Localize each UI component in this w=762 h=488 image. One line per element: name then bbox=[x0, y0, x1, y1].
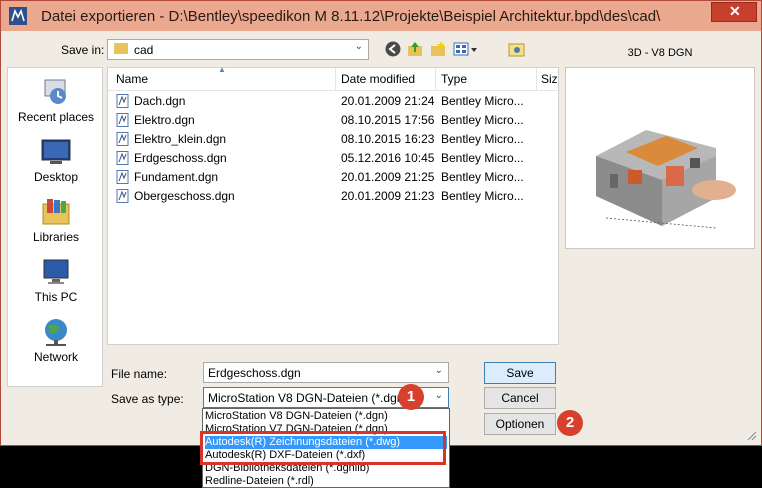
place-label: Libraries bbox=[32, 230, 80, 244]
dgn-file-icon bbox=[116, 170, 129, 184]
dropdown-option[interactable]: Redline-Dateien (*.rdl) bbox=[205, 475, 447, 487]
places-bar: Recent places Desktop Libraries This PC … bbox=[7, 67, 103, 387]
folder-icon bbox=[114, 43, 128, 54]
libraries-icon bbox=[42, 199, 70, 225]
file-type: Bentley Micro... bbox=[441, 94, 524, 108]
file-type: Bentley Micro... bbox=[441, 151, 524, 165]
file-row[interactable]: Dach.dgn 20.01.2009 21:24 Bentley Micro.… bbox=[108, 92, 558, 111]
dgn-file-icon bbox=[116, 151, 129, 165]
this-pc-icon bbox=[43, 259, 69, 284]
recent-places-icon bbox=[44, 79, 66, 104]
options-button[interactable]: Optionen bbox=[484, 413, 556, 435]
column-header-size[interactable]: Size bbox=[541, 72, 558, 86]
dgn-file-icon bbox=[116, 132, 129, 146]
callout-badge-2: 2 bbox=[557, 410, 583, 436]
chevron-down-icon: ⌄ bbox=[354, 41, 363, 52]
highlight-box bbox=[200, 431, 446, 465]
new-folder-icon[interactable] bbox=[429, 40, 447, 58]
column-header-type[interactable]: Type bbox=[441, 72, 467, 86]
place-libraries[interactable]: Libraries bbox=[8, 196, 104, 252]
save-in-label: Save in: bbox=[61, 43, 105, 57]
file-type: Bentley Micro... bbox=[441, 113, 524, 127]
file-name: Elektro.dgn bbox=[134, 113, 195, 127]
back-icon[interactable] bbox=[384, 40, 402, 58]
file-type: Bentley Micro... bbox=[441, 132, 524, 146]
title-bar[interactable]: Datei exportieren - D:\Bentley\speedikon… bbox=[1, 1, 761, 31]
file-date: 08.10.2015 16:23 bbox=[341, 132, 435, 146]
place-network[interactable]: Network bbox=[8, 316, 104, 372]
place-label: Desktop bbox=[33, 170, 79, 184]
file-date: 20.01.2009 21:25 bbox=[341, 170, 435, 184]
callout-badge-1: 1 bbox=[398, 384, 424, 410]
window-title: Datei exportieren - D:\Bentley\speedikon… bbox=[41, 8, 661, 25]
save-as-type-label: Save as type: bbox=[111, 392, 184, 406]
new-folder-star-icon[interactable] bbox=[508, 40, 526, 58]
chevron-down-icon: ⌄ bbox=[434, 365, 443, 376]
place-label: Recent places bbox=[17, 110, 95, 124]
preview-pane bbox=[565, 67, 755, 249]
sort-ascending-icon: ▲ bbox=[218, 67, 226, 74]
column-header-date-modified[interactable]: Date modified bbox=[341, 72, 415, 86]
save-in-combo[interactable]: cad ⌄ bbox=[107, 39, 369, 60]
building-preview-image bbox=[596, 130, 736, 229]
export-dialog: Datei exportieren - D:\Bentley\speedikon… bbox=[0, 0, 762, 446]
file-row[interactable]: Erdgeschoss.dgn 05.12.2016 10:45 Bentley… bbox=[108, 149, 558, 168]
file-name: Erdgeschoss.dgn bbox=[134, 151, 227, 165]
file-date: 05.12.2016 10:45 bbox=[341, 151, 435, 165]
network-icon bbox=[45, 319, 67, 346]
file-row[interactable]: Elektro.dgn 08.10.2015 17:56 Bentley Mic… bbox=[108, 111, 558, 130]
file-name: Dach.dgn bbox=[134, 94, 186, 108]
preview-title: 3D - V8 DGN bbox=[627, 47, 693, 59]
chevron-down-icon: ⌄ bbox=[434, 390, 443, 401]
save-as-type-value: MicroStation V8 DGN-Dateien (*.dgn) bbox=[208, 391, 408, 405]
resize-grip-icon[interactable] bbox=[747, 431, 757, 441]
file-date: 20.01.2009 21:24 bbox=[341, 94, 435, 108]
place-recent-places[interactable]: Recent places bbox=[8, 76, 104, 132]
file-name: Obergeschoss.dgn bbox=[134, 189, 235, 203]
file-type: Bentley Micro... bbox=[441, 170, 524, 184]
view-menu-icon[interactable] bbox=[453, 40, 479, 58]
file-name-value: Erdgeschoss.dgn bbox=[208, 366, 301, 380]
file-list-header: ▲ Name Date modified Type Size bbox=[108, 67, 558, 91]
file-name-input[interactable]: Erdgeschoss.dgn ⌄ bbox=[203, 362, 449, 383]
file-date: 08.10.2015 17:56 bbox=[341, 113, 435, 127]
desktop-icon bbox=[41, 139, 71, 164]
dgn-file-icon bbox=[116, 113, 129, 127]
up-folder-icon[interactable] bbox=[406, 40, 424, 58]
place-desktop[interactable]: Desktop bbox=[8, 136, 104, 192]
dgn-file-icon bbox=[116, 189, 129, 203]
microstation-app-icon bbox=[9, 7, 27, 25]
dropdown-option[interactable]: MicroStation V8 DGN-Dateien (*.dgn) bbox=[205, 410, 447, 423]
save-button[interactable]: Save bbox=[484, 362, 556, 384]
save-in-value: cad bbox=[134, 43, 154, 57]
file-type: Bentley Micro... bbox=[441, 189, 524, 203]
file-list[interactable]: ▲ Name Date modified Type Size Dach.dgn … bbox=[107, 67, 559, 345]
column-header-name[interactable]: Name bbox=[116, 72, 148, 86]
close-icon: ✕ bbox=[729, 3, 741, 19]
file-row[interactable]: Fundament.dgn 20.01.2009 21:25 Bentley M… bbox=[108, 168, 558, 187]
dgn-file-icon bbox=[116, 94, 129, 108]
file-row[interactable]: Elektro_klein.dgn 08.10.2015 16:23 Bentl… bbox=[108, 130, 558, 149]
file-name: Fundament.dgn bbox=[134, 170, 219, 184]
cancel-button[interactable]: Cancel bbox=[484, 387, 556, 409]
file-row[interactable]: Obergeschoss.dgn 20.01.2009 21:23 Bentle… bbox=[108, 187, 558, 206]
place-label: Network bbox=[33, 350, 78, 364]
place-this-pc[interactable]: This PC bbox=[8, 256, 104, 312]
file-name: Elektro_klein.dgn bbox=[134, 132, 227, 146]
file-date: 20.01.2009 21:23 bbox=[341, 189, 435, 203]
file-name-label: File name: bbox=[111, 367, 168, 381]
close-button[interactable]: ✕ bbox=[711, 2, 757, 22]
place-label: This PC bbox=[34, 290, 78, 304]
